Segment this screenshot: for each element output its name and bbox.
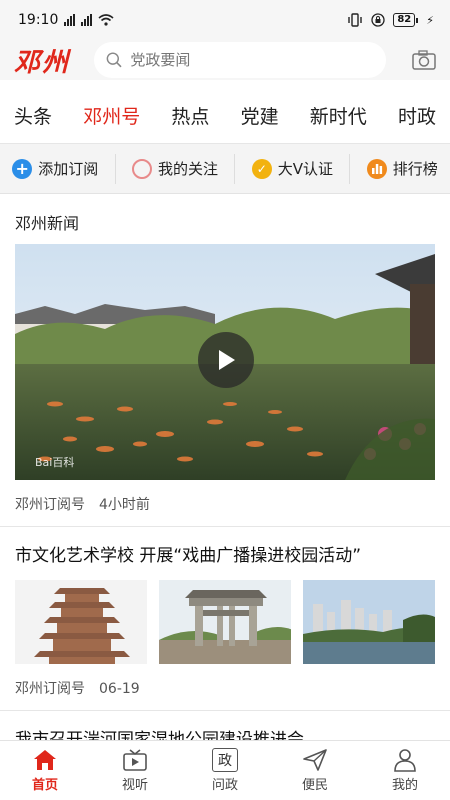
divider (349, 153, 351, 184)
thumbnail-pagoda[interactable] (15, 580, 147, 664)
my-follows-button[interactable]: 我的关注 (131, 158, 218, 179)
article-thumbnails (0, 580, 450, 664)
thumbnail-cityscape[interactable] (303, 580, 435, 664)
camera-button[interactable] (396, 50, 436, 70)
app-logo[interactable]: 邓州 (14, 42, 84, 79)
wifi-icon (98, 14, 114, 26)
play-icon (219, 350, 235, 370)
divider (114, 153, 116, 184)
featured-video[interactable]: Bai百科 (15, 244, 435, 480)
verification-button[interactable]: ✓ 大V认证 (251, 158, 333, 179)
shortcut-label: 添加订阅 (38, 160, 99, 178)
tab-0[interactable]: 头条 (14, 102, 52, 129)
camera-icon (412, 50, 436, 70)
send-icon (303, 749, 327, 771)
time-label: 4小时前 (99, 497, 150, 513)
nav-services[interactable]: 便民 (280, 748, 350, 793)
home-icon (34, 750, 56, 770)
nav-profile[interactable]: 我的 (370, 748, 440, 793)
nav-media[interactable]: 视听 (100, 748, 170, 793)
shortcut-label: 排行榜 (392, 160, 438, 178)
source-label: 邓州订阅号 (15, 681, 85, 697)
vibrate-icon (348, 13, 363, 27)
thumbnail-archway[interactable] (159, 580, 291, 664)
nav-label: 视听 (121, 778, 148, 793)
lock-icon (371, 13, 385, 27)
nav-label: 便民 (301, 778, 328, 793)
nav-inquiry[interactable]: 政 问政 (190, 748, 260, 793)
battery-icon: 82 (393, 13, 419, 27)
tab-2[interactable]: 热点 (171, 102, 209, 129)
nav-label: 问政 (211, 778, 238, 793)
bar-chart-icon (366, 158, 387, 179)
gov-icon: 政 (212, 748, 238, 772)
shortcut-label: 大V认证 (277, 160, 333, 178)
article-meta: 邓州订阅号 06-19 (0, 664, 450, 711)
nav-label: 我的 (391, 778, 418, 793)
status-bar: 19:10 82 ⚡ (0, 0, 450, 40)
app-header: 邓州 (0, 40, 450, 80)
shortcut-label: 我的关注 (157, 160, 218, 178)
check-icon: ✓ (251, 158, 272, 179)
divider (234, 153, 236, 184)
tab-3[interactable]: 党建 (241, 102, 279, 129)
search-bar[interactable] (94, 42, 386, 78)
bottom-nav: 首页 视听 政 问政 便民 我的 (0, 740, 450, 800)
signal-icon (81, 14, 93, 26)
date-label: 06-19 (99, 681, 140, 697)
search-input[interactable] (130, 51, 374, 69)
tab-4[interactable]: 新时代 (310, 102, 367, 129)
signal-icon (64, 14, 76, 26)
tab-1[interactable]: 邓州号 (83, 102, 140, 129)
tab-5[interactable]: 时政 (398, 102, 436, 129)
ring-icon (131, 158, 152, 179)
charging-icon: ⚡ (426, 13, 434, 27)
user-icon (394, 749, 416, 772)
nav-home[interactable]: 首页 (10, 748, 80, 793)
ranking-button[interactable]: 排行榜 (366, 158, 438, 179)
source-label: 邓州订阅号 (15, 497, 85, 513)
channel-tabs: 头条 邓州号 热点 党建 新时代 时政 (0, 88, 450, 144)
plus-icon: + (12, 158, 33, 179)
search-icon (106, 52, 122, 68)
add-subscription-button[interactable]: + 添加订阅 (12, 158, 98, 179)
article-title[interactable]: 市文化艺术学校 开展“戏曲广播操进校园活动” (0, 527, 450, 580)
shortcut-bar: + 添加订阅 我的关注 ✓ 大V认证 排行榜 (0, 144, 450, 194)
play-button[interactable] (198, 332, 254, 388)
clock: 19:10 (18, 12, 59, 28)
watermark: Bai百科 (35, 455, 74, 469)
nav-label: 首页 (31, 778, 58, 793)
featured-meta: 邓州订阅号 4小时前 (0, 480, 450, 527)
tv-icon (123, 749, 147, 771)
section-title: 邓州新闻 (15, 214, 80, 233)
